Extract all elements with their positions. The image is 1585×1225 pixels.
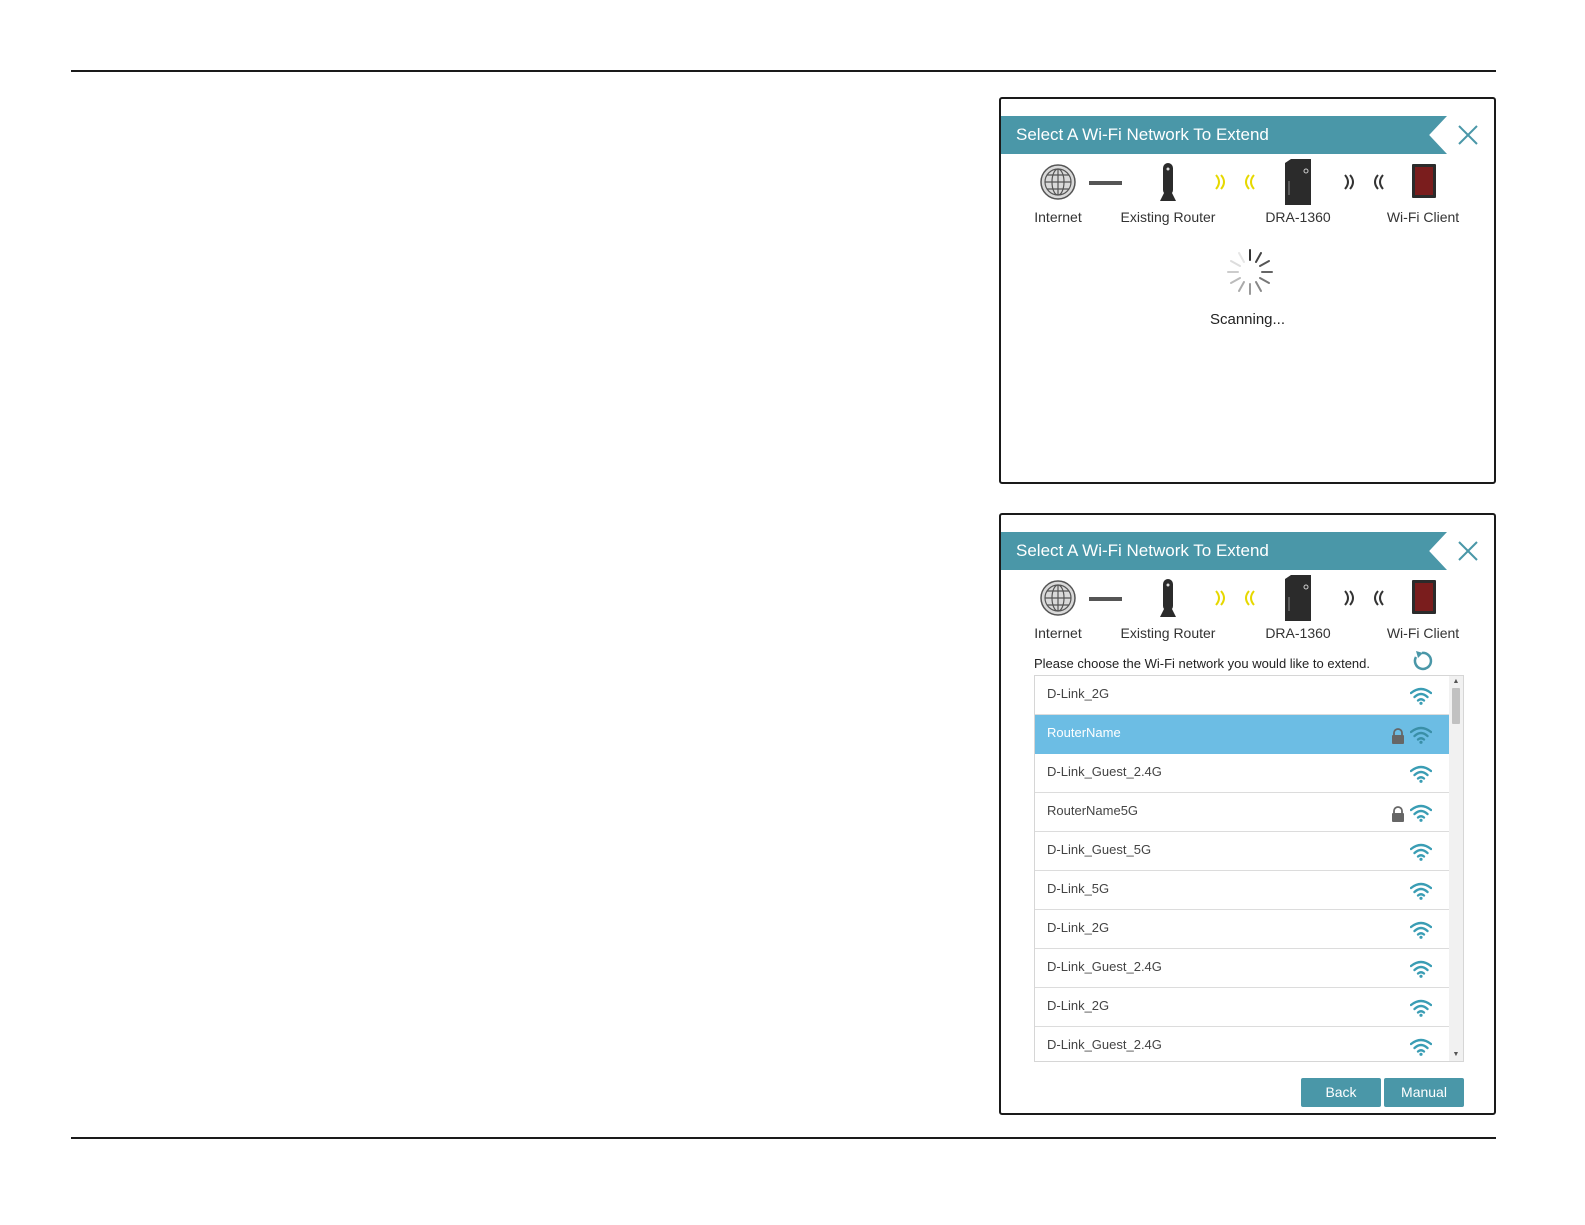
signal-wave-icon bbox=[1215, 174, 1255, 190]
network-row[interactable]: D-Link_2G bbox=[1035, 676, 1449, 715]
network-name: RouterName5G bbox=[1047, 803, 1139, 818]
router-icon bbox=[1160, 163, 1176, 201]
internet-label: Internet bbox=[1034, 209, 1082, 225]
network-row[interactable]: D-Link_Guest_2.4G bbox=[1035, 754, 1449, 793]
network-name: D-Link_2G bbox=[1047, 686, 1110, 701]
extender-label: DRA-1360 bbox=[1265, 209, 1331, 225]
refresh-icon[interactable] bbox=[1410, 649, 1434, 673]
network-row[interactable]: RouterName5G bbox=[1035, 793, 1449, 832]
wifi-icon bbox=[1410, 882, 1432, 900]
network-row[interactable]: D-Link_2G bbox=[1035, 910, 1449, 949]
dialog-title-bar: Select A Wi-Fi Network To Extend bbox=[1001, 116, 1447, 154]
wifi-icon bbox=[1410, 1038, 1432, 1056]
network-row[interactable]: D-Link_Guest_2.4G bbox=[1035, 1027, 1449, 1061]
network-name: RouterName bbox=[1047, 725, 1121, 740]
wifi-icon bbox=[1410, 804, 1432, 822]
network-row[interactable]: D-Link_Guest_5G bbox=[1035, 832, 1449, 871]
internet-label: Internet bbox=[1034, 625, 1082, 641]
wired-link bbox=[1089, 181, 1122, 185]
globe-icon bbox=[1040, 164, 1076, 200]
network-name: D-Link_2G bbox=[1047, 920, 1110, 935]
extender-label: DRA-1360 bbox=[1265, 625, 1331, 641]
wifi-icon bbox=[1410, 843, 1432, 861]
network-name: D-Link_Guest_2.4G bbox=[1047, 959, 1162, 974]
network-row[interactable]: D-Link_Guest_2.4G bbox=[1035, 949, 1449, 988]
lock-icon bbox=[1392, 728, 1404, 744]
top-rule bbox=[71, 70, 1496, 72]
scroll-thumb[interactable] bbox=[1452, 688, 1460, 724]
dialog-title: Select A Wi-Fi Network To Extend bbox=[1016, 541, 1269, 560]
scroll-up-arrow-icon[interactable]: ▲ bbox=[1449, 676, 1463, 688]
wifi-icon bbox=[1410, 999, 1432, 1017]
close-icon[interactable] bbox=[1456, 123, 1480, 147]
scanning-dialog: Select A Wi-Fi Network To Extend Interne… bbox=[999, 97, 1496, 484]
instruction-text: Please choose the Wi-Fi network you woul… bbox=[1034, 656, 1371, 671]
network-name: D-Link_Guest_2.4G bbox=[1047, 1037, 1162, 1052]
back-button[interactable]: Back bbox=[1301, 1078, 1381, 1107]
tablet-icon bbox=[1412, 580, 1436, 614]
globe-icon bbox=[1040, 580, 1076, 616]
lock-icon bbox=[1392, 806, 1404, 822]
wifi-icon bbox=[1410, 726, 1432, 744]
router-icon bbox=[1160, 579, 1176, 617]
network-row[interactable]: D-Link_2G bbox=[1035, 988, 1449, 1027]
network-name: D-Link_Guest_2.4G bbox=[1047, 764, 1162, 779]
network-name: D-Link_2G bbox=[1047, 998, 1110, 1013]
network-row[interactable]: D-Link_5G bbox=[1035, 871, 1449, 910]
network-name: D-Link_Guest_5G bbox=[1047, 842, 1152, 857]
router-label: Existing Router bbox=[1120, 625, 1216, 641]
manual-button[interactable]: Manual bbox=[1384, 1078, 1464, 1107]
network-topology: Internet Existing Router DRA-1360 Wi-Fi … bbox=[1001, 157, 1494, 229]
wifi-icon bbox=[1410, 687, 1432, 705]
extender-icon bbox=[1285, 159, 1311, 205]
extender-icon bbox=[1285, 575, 1311, 621]
dialog-title: Select A Wi-Fi Network To Extend bbox=[1016, 125, 1269, 144]
network-list-dialog: Select A Wi-Fi Network To Extend Interne… bbox=[999, 513, 1496, 1115]
signal-wave-icon bbox=[1344, 590, 1384, 606]
scanning-status: Scanning... bbox=[1209, 311, 1286, 328]
scroll-down-arrow-icon[interactable]: ▼ bbox=[1449, 1049, 1463, 1061]
wired-link bbox=[1089, 597, 1122, 601]
scrollbar[interactable]: ▲ ▼ bbox=[1449, 676, 1463, 1061]
wifi-icon bbox=[1410, 765, 1432, 783]
network-row[interactable]: RouterName bbox=[1035, 715, 1449, 754]
signal-wave-icon bbox=[1215, 590, 1255, 606]
bottom-rule bbox=[71, 1137, 1496, 1139]
network-topology: Internet Existing Router DRA-1360 Wi-Fi … bbox=[1001, 573, 1494, 645]
router-label: Existing Router bbox=[1120, 209, 1216, 225]
signal-wave-icon bbox=[1344, 174, 1384, 190]
spinner-icon bbox=[1227, 249, 1273, 295]
network-name: D-Link_5G bbox=[1047, 881, 1110, 896]
close-icon[interactable] bbox=[1456, 539, 1480, 563]
network-list[interactable]: D-Link_Guest_2.4G D-Link_2G D-Link_Guest_2… bbox=[1034, 675, 1464, 1062]
client-label: Wi-Fi Client bbox=[1386, 625, 1460, 641]
tablet-icon bbox=[1412, 164, 1436, 198]
client-label: Wi-Fi Client bbox=[1386, 209, 1460, 225]
wifi-icon bbox=[1410, 960, 1432, 978]
dialog-title-bar: Select A Wi-Fi Network To Extend bbox=[1001, 532, 1447, 570]
wifi-icon bbox=[1410, 921, 1432, 939]
